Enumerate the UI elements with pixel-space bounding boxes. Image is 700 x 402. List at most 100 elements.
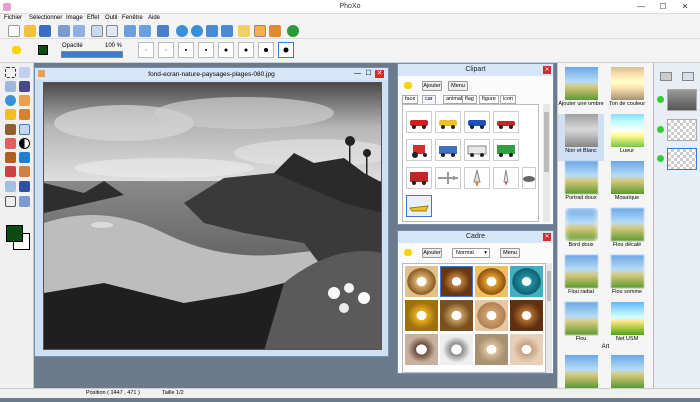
clipart-scrollbar[interactable] bbox=[543, 104, 550, 222]
redo-icon[interactable] bbox=[139, 25, 151, 37]
effect-drop-shadow[interactable]: Ajouter une ombre bbox=[558, 67, 604, 114]
clipart-bus[interactable] bbox=[493, 139, 519, 161]
brush-size-2[interactable] bbox=[158, 42, 174, 58]
effect-blur[interactable]: Flou bbox=[558, 302, 604, 349]
brush-size-6[interactable] bbox=[238, 42, 254, 58]
frame-teal[interactable] bbox=[510, 266, 543, 297]
gradient-icon[interactable] bbox=[5, 181, 16, 192]
doc-minimize-button[interactable]: — bbox=[353, 70, 362, 78]
clipart-rocket[interactable] bbox=[493, 167, 519, 189]
layer-window-icon[interactable] bbox=[682, 72, 694, 81]
layer-thumb-active[interactable] bbox=[667, 148, 697, 170]
doc-restore-button[interactable]: ☐ bbox=[364, 70, 373, 78]
repeat-icon[interactable] bbox=[157, 25, 169, 37]
undo-icon[interactable] bbox=[124, 25, 136, 37]
scan-icon[interactable] bbox=[58, 25, 70, 37]
frame-wood[interactable] bbox=[440, 300, 473, 331]
smudge-icon[interactable] bbox=[5, 152, 16, 163]
doc-close-button[interactable]: ✕ bbox=[375, 70, 384, 78]
frame-ornate[interactable] bbox=[475, 300, 508, 331]
foreground-color[interactable] bbox=[6, 225, 23, 242]
clipart-tractor[interactable] bbox=[406, 139, 432, 161]
magic-wand-icon[interactable] bbox=[19, 81, 30, 92]
move-icon[interactable] bbox=[19, 67, 30, 78]
menu-image[interactable]: Image bbox=[66, 15, 83, 21]
brush-icon[interactable] bbox=[19, 124, 30, 135]
zoom-out-icon[interactable] bbox=[191, 25, 203, 37]
save-icon[interactable] bbox=[39, 25, 51, 37]
clipart-tool-icon[interactable] bbox=[269, 25, 281, 37]
brush-size-7[interactable] bbox=[258, 42, 274, 58]
tab-icon[interactable]: icon bbox=[500, 95, 517, 104]
clipart-van[interactable] bbox=[464, 139, 490, 161]
clipart-ufo[interactable] bbox=[522, 167, 536, 189]
crop-icon[interactable] bbox=[19, 109, 30, 120]
minimize-button[interactable]: — bbox=[630, 0, 652, 13]
layer-thumb-photo[interactable] bbox=[667, 89, 697, 111]
clipart-close-button[interactable]: ✕ bbox=[543, 66, 551, 74]
clipart-red-car[interactable] bbox=[406, 111, 432, 133]
close-button[interactable]: ✕ bbox=[674, 0, 696, 13]
print-icon[interactable] bbox=[73, 25, 85, 37]
rect-select-icon[interactable] bbox=[5, 67, 16, 78]
frame-dark-wood[interactable] bbox=[510, 300, 543, 331]
new-icon[interactable] bbox=[8, 25, 20, 37]
lasso-icon[interactable] bbox=[5, 81, 16, 92]
effect-sum-blur[interactable]: Flou somme bbox=[604, 255, 650, 302]
brush-size-5[interactable] bbox=[218, 42, 234, 58]
effect-glow[interactable]: Lueur bbox=[604, 114, 650, 161]
current-color-swatch[interactable] bbox=[38, 45, 48, 55]
maximize-button[interactable]: ☐ bbox=[652, 0, 674, 13]
clipart-red-bus[interactable] bbox=[406, 167, 432, 189]
copy-icon[interactable] bbox=[91, 25, 103, 37]
effect-soft-edge[interactable]: Bord doux bbox=[558, 208, 604, 255]
clipart-truck[interactable] bbox=[435, 139, 461, 161]
fill-icon[interactable] bbox=[19, 152, 30, 163]
pencil-icon[interactable] bbox=[5, 124, 16, 135]
effect-unsharp-mask[interactable]: Net USM bbox=[604, 302, 650, 349]
opacity-slider[interactable] bbox=[61, 51, 123, 58]
clipart-boat[interactable] bbox=[406, 195, 432, 217]
clipart-race-car[interactable] bbox=[493, 111, 519, 133]
cadre-close-button[interactable]: ✕ bbox=[543, 233, 551, 241]
hand-icon[interactable] bbox=[19, 95, 30, 106]
photo-canvas[interactable] bbox=[43, 82, 382, 350]
open-icon[interactable] bbox=[24, 25, 36, 37]
image-window-header[interactable]: fond-ecran-nature-paysages-plages-080.jp… bbox=[35, 68, 388, 80]
brush-size-4[interactable] bbox=[198, 42, 214, 58]
red-eye-icon[interactable] bbox=[5, 166, 16, 177]
frame-tool-icon[interactable] bbox=[254, 25, 266, 37]
layer-thumb-transparent[interactable] bbox=[667, 119, 697, 141]
help-icon[interactable] bbox=[287, 25, 299, 37]
text-icon[interactable] bbox=[5, 109, 16, 120]
effect-color-tone[interactable]: Ton de couleur bbox=[604, 67, 650, 114]
favorite-icon[interactable] bbox=[238, 25, 250, 37]
clipart-yellow-car[interactable] bbox=[435, 111, 461, 133]
menu-fenetre[interactable]: Fenêtre bbox=[122, 15, 143, 21]
cadre-scrollbar[interactable] bbox=[546, 263, 552, 373]
eraser-icon[interactable] bbox=[5, 138, 16, 149]
menu-selectionner[interactable]: Sélectionner bbox=[29, 15, 62, 21]
tab-figure[interactable]: figure bbox=[479, 95, 499, 104]
menu-effet[interactable]: Effet bbox=[87, 15, 99, 21]
frame-yellow[interactable] bbox=[405, 300, 438, 331]
blend-mode-select[interactable]: Normal ▾ bbox=[452, 248, 490, 258]
line-icon[interactable] bbox=[19, 181, 30, 192]
effect-radial-blur[interactable]: Flou radial bbox=[558, 255, 604, 302]
tab-face[interactable]: face bbox=[402, 95, 419, 104]
clipart-menu-button[interactable]: Menu bbox=[448, 81, 468, 91]
brush-size-3[interactable] bbox=[178, 42, 194, 58]
actual-size-icon[interactable] bbox=[221, 25, 233, 37]
clipart-space-shuttle[interactable] bbox=[464, 167, 490, 189]
clipart-add-button[interactable]: Ajouter bbox=[422, 81, 442, 91]
frame-silver[interactable] bbox=[440, 334, 473, 365]
menu-outil[interactable]: Outil bbox=[105, 15, 117, 21]
menu-fichier[interactable]: Fichier bbox=[4, 15, 22, 21]
fit-window-icon[interactable] bbox=[206, 25, 218, 37]
effect-mosaic[interactable]: Mosaïque bbox=[604, 161, 650, 208]
clone-stamp-icon[interactable] bbox=[19, 166, 30, 177]
zoom-in-icon[interactable] bbox=[176, 25, 188, 37]
brush-size-1[interactable] bbox=[138, 42, 154, 58]
layer-visible-icon[interactable] bbox=[657, 155, 664, 162]
tab-flag[interactable]: flag bbox=[462, 95, 477, 104]
